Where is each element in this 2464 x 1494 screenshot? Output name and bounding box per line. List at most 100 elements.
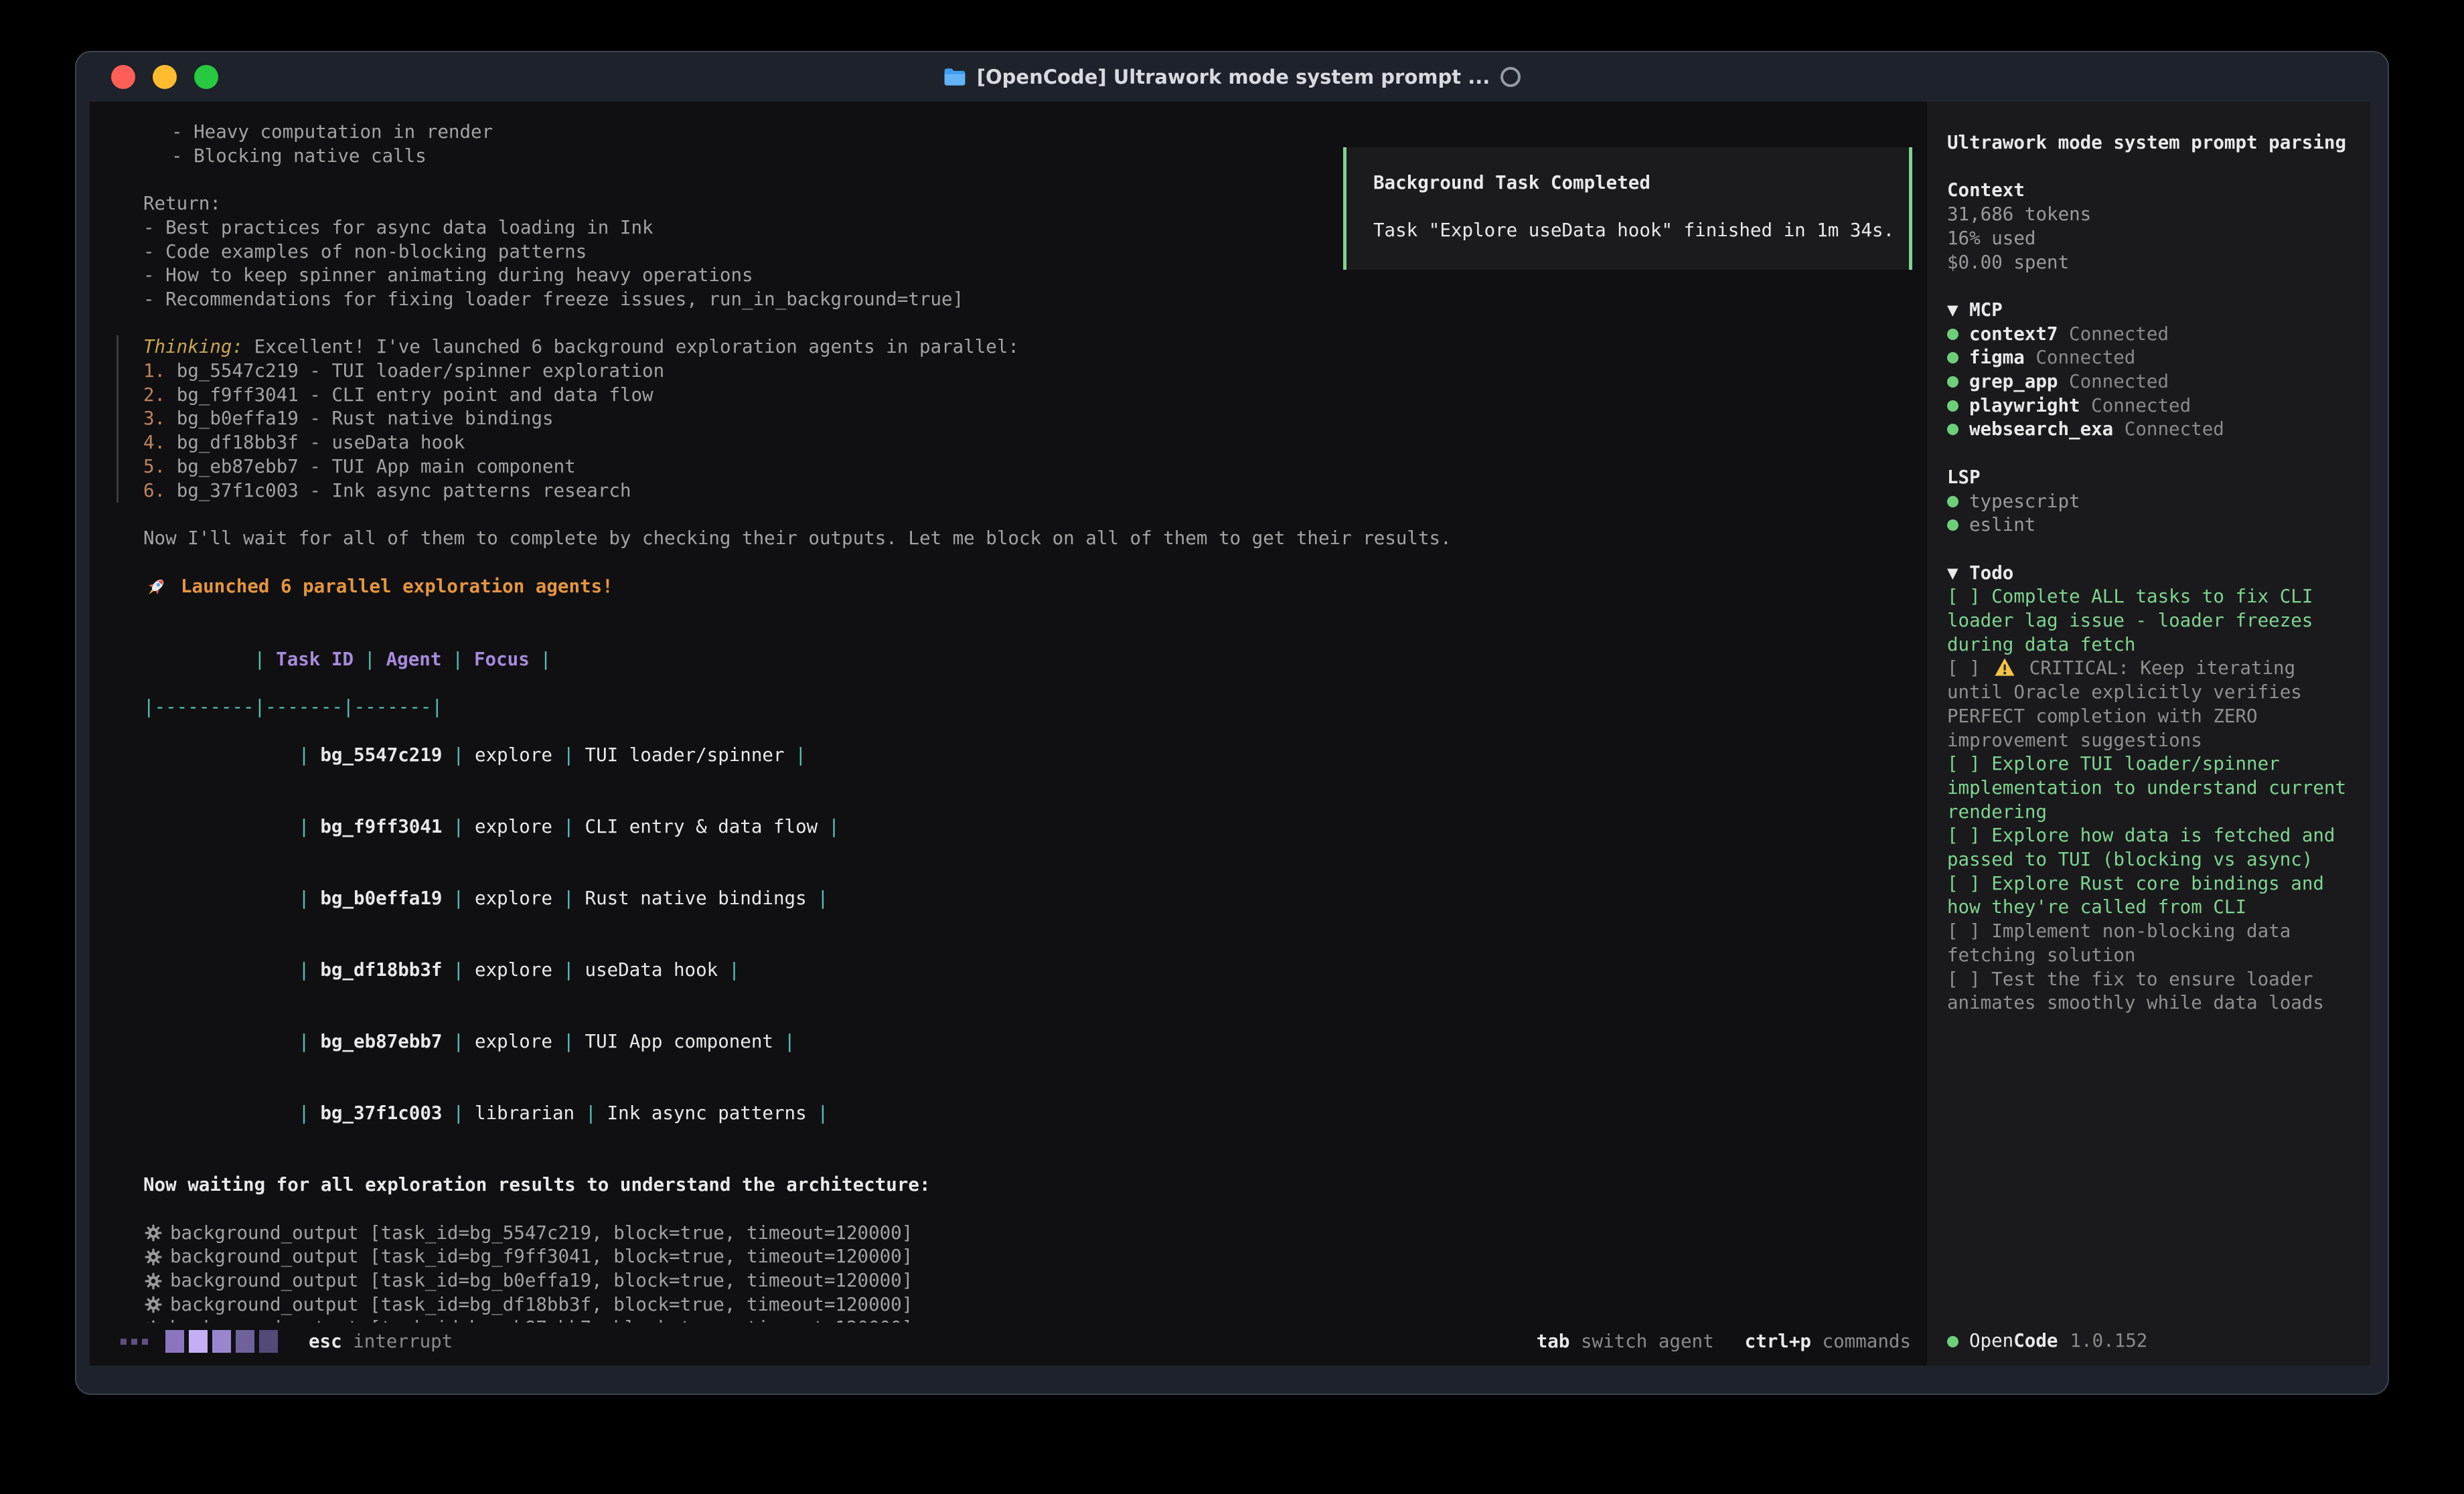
cell-agent: explore [475,888,552,909]
cell-agent: explore [475,959,552,981]
todo-checkbox: [ ] [1947,753,1991,774]
cell-focus: Ink async patterns [607,1102,807,1124]
list-number: 5. [143,456,165,477]
mcp-server-name: websearch_exa [1969,418,2113,440]
sidebar-status-bar: OpenCode 1.0.152 [1947,1323,2357,1360]
mcp-server: context7 Connected [1947,323,2353,347]
mcp-server-name: grep_app [1969,371,2058,392]
thinking-intro: Excellent! I've launched 6 background ex… [254,336,1019,357]
chevron-down-icon: ▼ [1947,299,1958,321]
rocket-icon [143,574,169,600]
keyboard-hint: tab switch agent [1537,1331,1714,1352]
status-dot-icon [1947,352,1958,363]
mcp-server-status: Connected [2069,371,2169,392]
mcp-server-status: Connected [2035,347,2135,368]
mcp-server: figma Connected [1947,346,2353,370]
todo-text: Test the fix to ensure loader animates s… [1947,969,2324,1014]
waiting-line: Now waiting for all exploration results … [143,1173,1927,1197]
cell-agent: explore [475,816,552,837]
mcp-section-heading[interactable]: ▼ MCP [1947,299,2353,323]
col-agent: Agent [386,649,442,670]
folder-icon [943,68,966,86]
cell-task-id: bg_eb87ebb7 [320,1031,442,1052]
agent-description: bg_df18bb3f - useData hook [177,432,465,453]
mcp-server-name: context7 [1969,323,2058,345]
context-tokens: 31,686 tokens [1947,203,2353,227]
zoom-window-button[interactable] [194,65,218,89]
status-dot-icon [1947,329,1958,340]
tool-name: background_output [170,1293,358,1317]
todo-checkbox: [ ] [1947,873,1991,894]
todo-text: Explore how data is fetched and passed t… [1947,825,2346,870]
cell-task-id: bg_df18bb3f [320,959,442,981]
cell-agent: explore [475,1031,552,1052]
todo-item: [ ] Explore TUI loader/spinner implement… [1947,752,2353,824]
todo-item: [ ] Implement non-blocking data fetching… [1947,920,2353,967]
todo-checkbox: [ ] [1947,825,1991,846]
tool-name: background_output [170,1222,358,1246]
tool-call-line: background_output [task_id=bg_eb87ebb7, … [143,1317,1927,1323]
cell-task-id: bg_b0effa19 [320,888,442,909]
lsp-server: typescript [1947,490,2353,514]
chevron-down-icon: ▼ [1947,562,1958,584]
mcp-server-status: Connected [2069,323,2169,345]
agent-description: bg_5547c219 - TUI loader/spinner explora… [177,360,664,382]
mcp-server: grep_app Connected [1947,370,2353,394]
tool-args: [task_id=bg_b0effa19, block=true, timeou… [370,1269,913,1293]
todo-item: [ ] Explore Rust core bindings and how t… [1947,872,2353,920]
cell-focus: Rust native bindings [585,888,807,909]
cell-focus: useData hook [585,959,718,981]
keyboard-hint: ctrl+p commands [1745,1331,1911,1352]
tool-args: [task_id=bg_5547c219, block=true, timeou… [370,1222,913,1246]
tool-args: [task_id=bg_df18bb3f, block=true, timeou… [370,1293,913,1317]
cell-focus: TUI loader/spinner [585,744,785,766]
gear-icon [143,1271,163,1291]
app-version: 1.0.152 [2070,1329,2147,1353]
terminal-main-pane: Background Task Completed Task "Explore … [90,102,1927,1365]
list-number: 2. [143,384,165,406]
mcp-server: playwright Connected [1947,394,2353,418]
session-sidebar: Ultrawork mode system prompt parsing Con… [1927,102,2370,1365]
list-number: 1. [143,360,165,382]
todo-item: [ ] Complete ALL tasks to fix CLI loader… [1947,585,2353,657]
keyboard-hints: tab switch agent ctrl+p commands [1537,1331,1911,1352]
cell-focus: CLI entry & data flow [585,816,818,837]
brand-name: OpenCode [1969,1329,2058,1353]
table-row: |bg_eb87ebb7|explore|TUI App component| [143,1006,1927,1078]
cell-task-id: bg_f9ff3041 [320,816,442,837]
gear-icon [143,1295,163,1315]
working-spinner [121,1330,278,1353]
status-dot-icon [1947,400,1958,412]
lsp-list: typescript eslint [1947,490,2353,537]
lsp-server: eslint [1947,513,2353,537]
mcp-server-status: Connected [2091,395,2191,416]
terminal-scrollback: - Heavy computation in render- Blocking … [90,102,1927,1323]
minimize-window-button[interactable] [153,65,177,89]
wait-line: Now I'll wait for all of them to complet… [143,527,1927,551]
thinking-label: Thinking: [143,336,243,357]
todo-text: Implement non-blocking data fetching sol… [1947,920,2302,966]
todo-item: [ ] Explore how data is fetched and pass… [1947,824,2353,872]
background-task-toast[interactable]: Background Task Completed Task "Explore … [1343,147,1912,270]
table-row: |bg_b0effa19|explore|Rust native binding… [143,863,1927,934]
toast-title: Background Task Completed [1373,171,1909,195]
status-dot-icon [1947,496,1958,507]
thinking-block: Thinking: Excellent! I've launched 6 bac… [117,335,1927,503]
table-header-row: |Task ID|Agent|Focus| [143,624,1927,695]
launch-text: Launched 6 parallel exploration agents! [181,575,613,599]
window-title: [OpenCode] Ultrawork mode system prompt … [977,66,1490,88]
agents-table-body: |bg_5547c219|explore|TUI loader/spinner|… [143,720,1927,1150]
cell-task-id: bg_5547c219 [320,744,442,766]
table-separator-row: |---------|-------|-------| [143,695,1927,720]
tool-call-list: background_output [task_id=bg_5547c219, … [143,1222,1927,1323]
todo-checkbox: [ ] [1947,657,1991,679]
tool-call-line: background_output [task_id=bg_df18bb3f, … [143,1293,1927,1317]
warning-icon [1994,657,2015,677]
return-item: - Recommendations for fixing loader free… [143,288,1927,312]
todo-item: [ ] CRITICAL: Keep iterating until Oracl… [1947,657,2353,752]
close-window-button[interactable] [111,65,135,89]
traffic-lights [111,52,218,102]
status-dot-icon [1947,1336,1958,1347]
todo-section-heading[interactable]: ▼ Todo [1947,562,2353,586]
launch-line: Launched 6 parallel exploration agents! [143,574,1927,600]
